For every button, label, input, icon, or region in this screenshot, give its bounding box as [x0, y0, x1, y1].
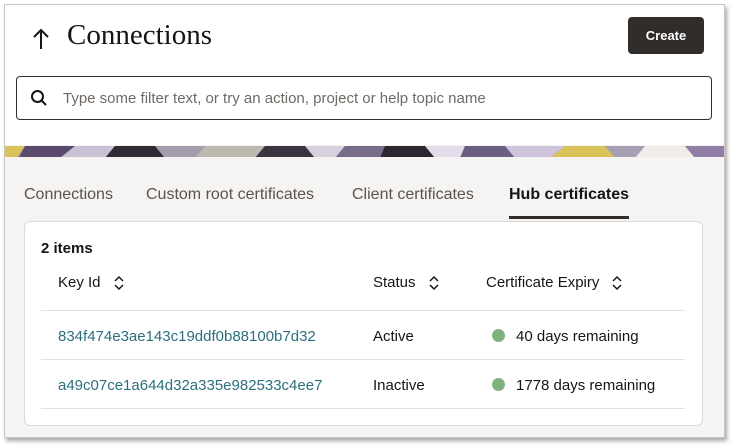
decorative-banner — [5, 145, 724, 157]
search-icon — [29, 88, 49, 108]
column-header-label: Status — [373, 274, 416, 291]
page-header: Connections Create — [5, 5, 724, 145]
column-header-certificate-expiry[interactable]: Certificate Expiry — [486, 274, 623, 291]
sort-icon — [113, 275, 125, 291]
row-divider — [41, 310, 685, 311]
column-header-key-id[interactable]: Key Id — [58, 274, 125, 291]
column-header-label: Key Id — [58, 274, 101, 291]
create-button[interactable]: Create — [628, 17, 704, 54]
key-id-link[interactable]: a49c07ce1a644d32a335e982533c4ee7 — [58, 377, 322, 394]
tab-custom-root-certificates[interactable]: Custom root certificates — [146, 180, 314, 218]
back-arrow-icon[interactable] — [27, 23, 55, 55]
tab-hub-certificates[interactable]: Hub certificates — [509, 180, 630, 219]
sort-icon — [428, 275, 440, 291]
status-text: Inactive — [373, 377, 425, 394]
status-dot-icon — [492, 378, 505, 391]
page-title: Connections — [67, 19, 212, 51]
key-id-link[interactable]: 834f474e3ae143c19ddf0b88100b7d32 — [58, 328, 316, 345]
connections-window: Connections Create Type some filter text… — [4, 4, 725, 438]
expiry-text: 1778 days remaining — [516, 377, 656, 394]
status-dot-icon — [492, 329, 505, 342]
search-input[interactable] — [61, 88, 685, 108]
certificates-table: 2 items Key Id Status Certificate Expiry… — [24, 221, 703, 426]
expiry-text: 40 days remaining — [516, 328, 639, 345]
column-header-label: Certificate Expiry — [486, 274, 600, 291]
row-divider — [41, 359, 685, 360]
sort-icon — [611, 275, 623, 291]
tab-bar: Connections Custom root certificates Cli… — [5, 180, 724, 220]
tab-client-certificates[interactable]: Client certificates — [352, 180, 474, 218]
item-count: 2 items — [41, 240, 93, 257]
expiry-cell: 1778 days remaining — [492, 377, 655, 394]
status-text: Active — [373, 328, 414, 345]
expiry-cell: 40 days remaining — [492, 328, 639, 345]
tab-connections[interactable]: Connections — [24, 180, 113, 218]
row-divider — [41, 408, 685, 409]
search-bar[interactable] — [16, 76, 712, 120]
column-header-status[interactable]: Status — [373, 274, 440, 291]
